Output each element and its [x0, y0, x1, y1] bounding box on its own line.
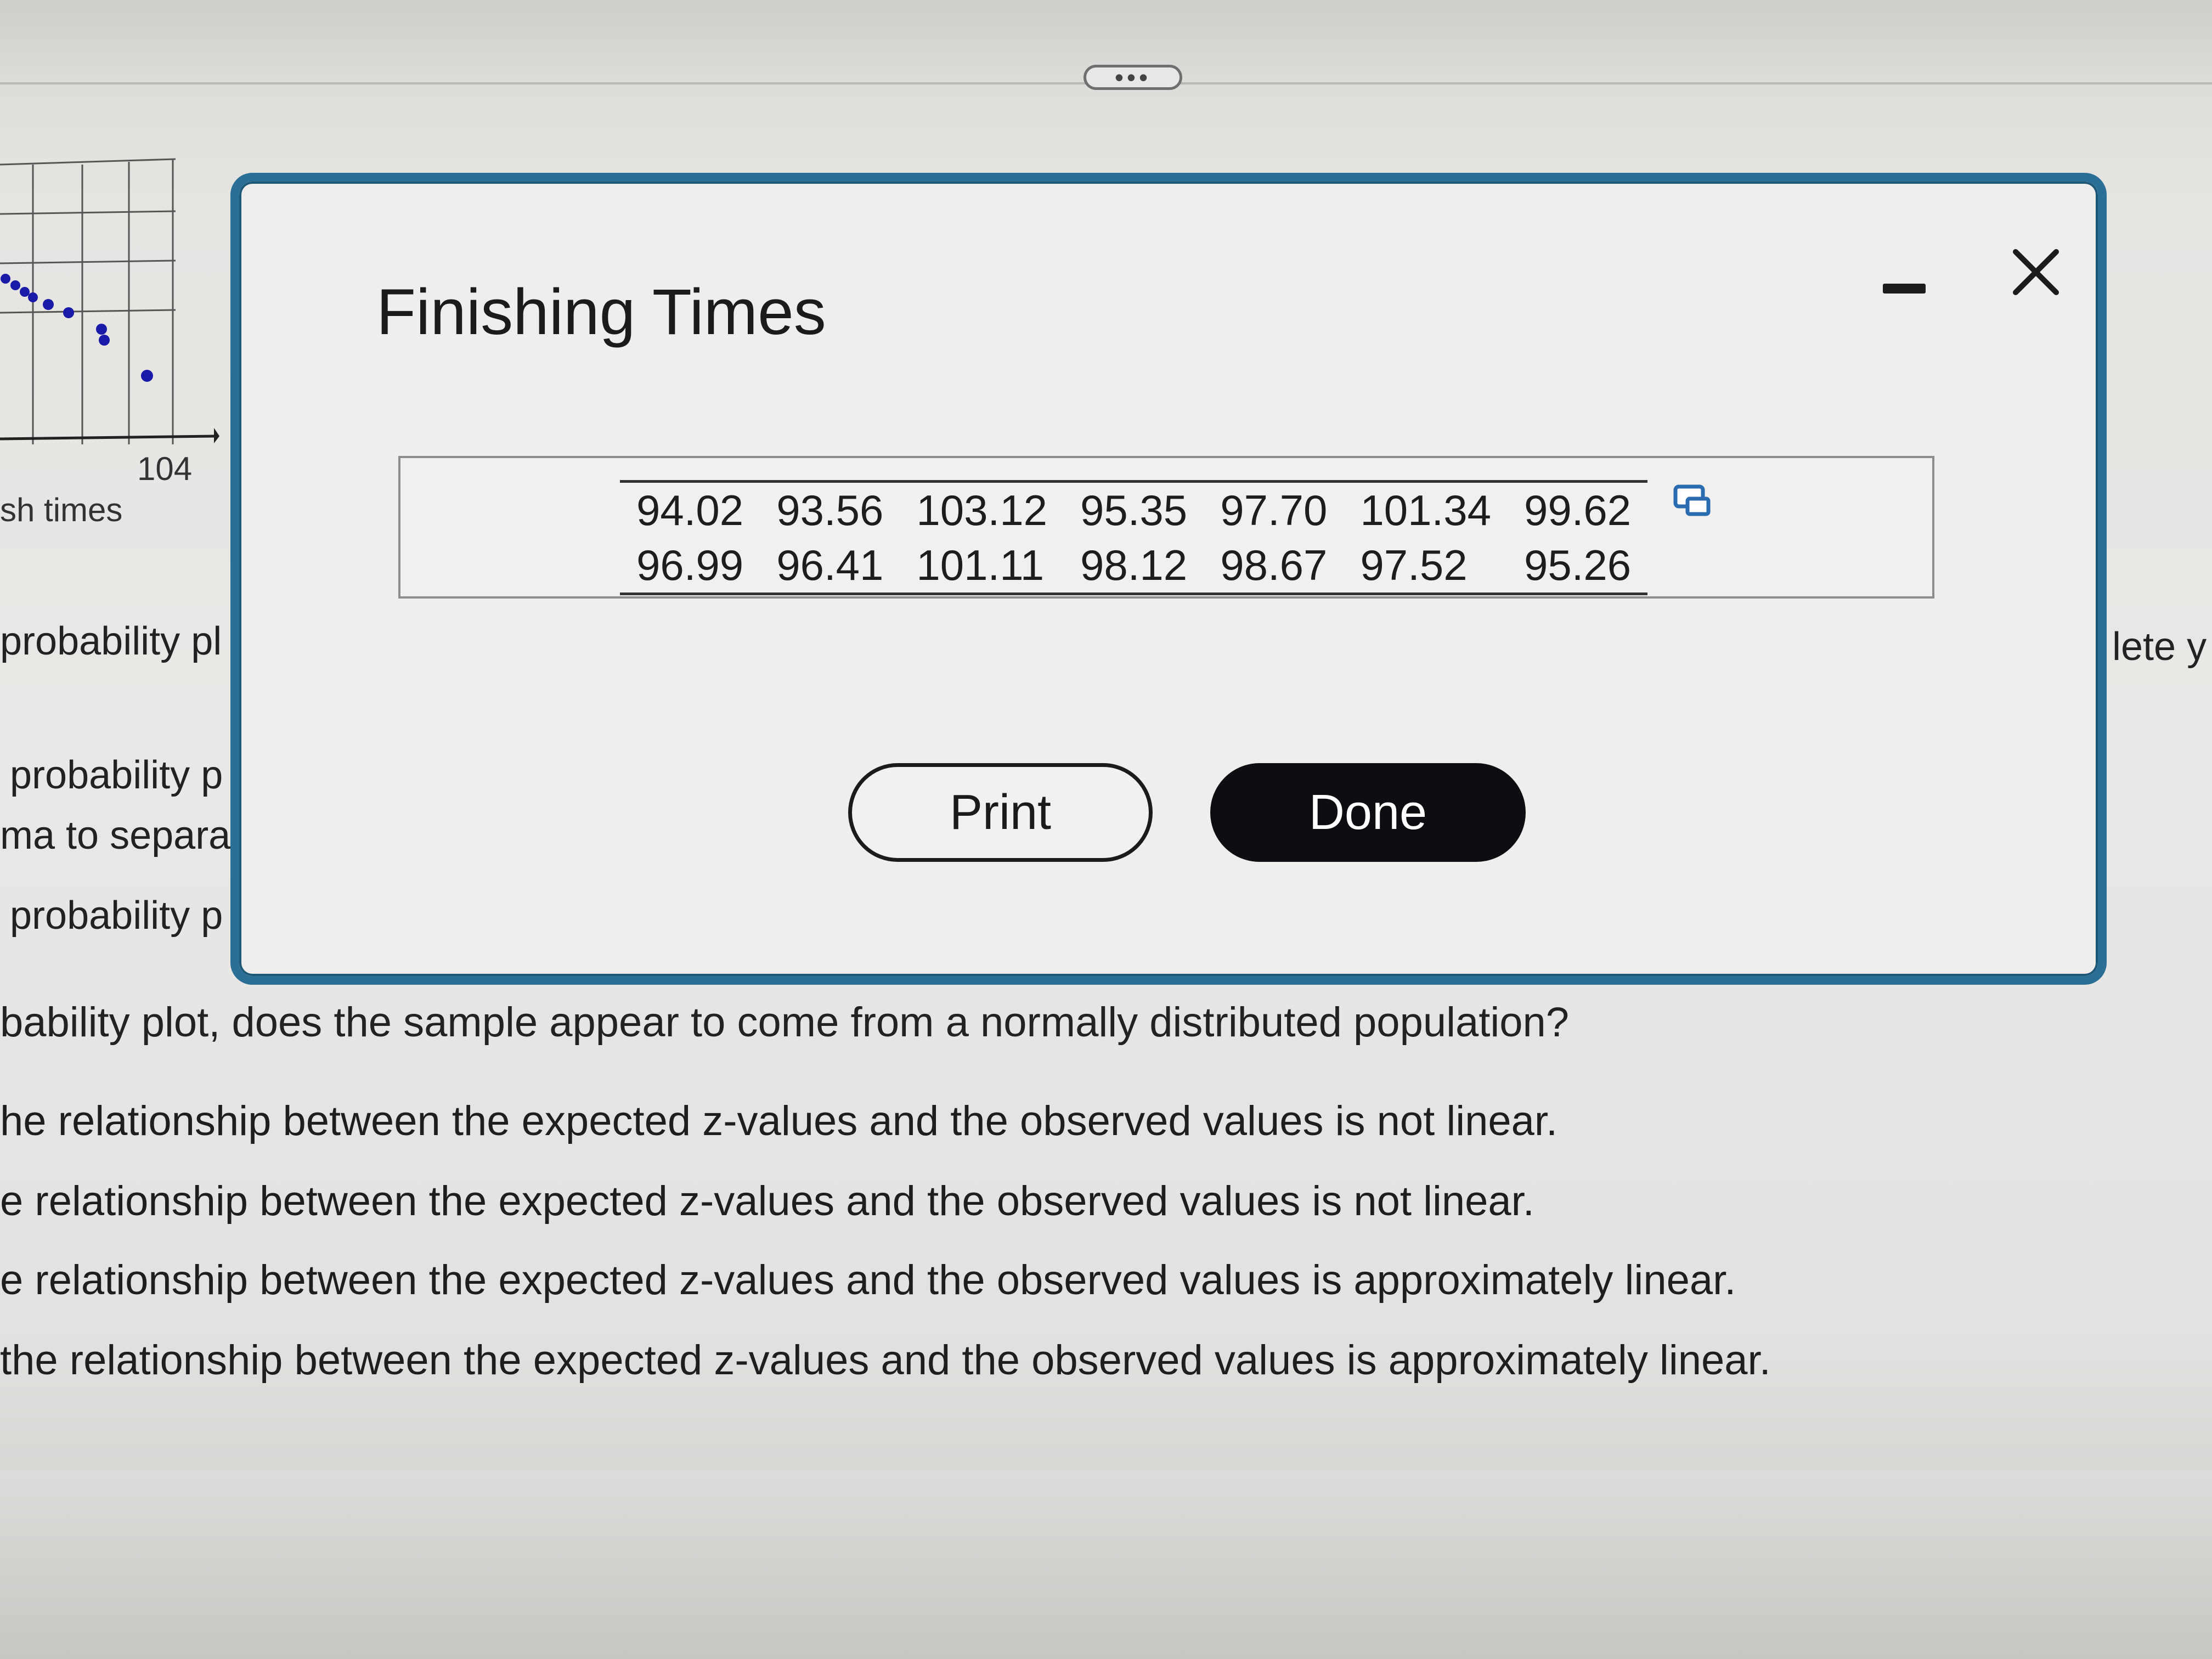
close-icon	[2013, 249, 2059, 295]
table-cell: 101.34	[1360, 486, 1491, 534]
table-cell: 94.02	[636, 486, 744, 534]
table-cell: 96.41	[776, 541, 884, 589]
background-fragment: probability p	[10, 894, 223, 938]
minimize-button[interactable]	[1880, 264, 1929, 313]
background-fragment: ma to separa	[0, 814, 231, 857]
plot-axis-label: sh times	[0, 492, 123, 528]
table-cell: 99.62	[1523, 486, 1632, 534]
plot-tick-label: 104	[137, 450, 193, 487]
finishing-times-table: 94.02 93.56 103.12 95.35 97.70 101.34 99…	[620, 480, 1648, 595]
answer-option[interactable]: e relationship between the expected z-va…	[0, 1177, 1534, 1225]
table-cell: 97.70	[1220, 486, 1328, 534]
table-cell: 93.56	[776, 486, 884, 534]
finishing-times-dialog: Finishing Times 94.02 93.56 103.12 95.35…	[230, 173, 2107, 985]
copy-to-spreadsheet-icon[interactable]	[1673, 484, 1713, 520]
dialog-title: Finishing Times	[376, 276, 826, 348]
table-cell: 103.12	[916, 486, 1047, 534]
answer-option[interactable]: the relationship between the expected z-…	[0, 1336, 1771, 1384]
answer-option[interactable]: e relationship between the expected z-va…	[0, 1256, 1736, 1304]
background-fragment: probability pl	[0, 619, 222, 663]
table-cell: 95.35	[1080, 486, 1188, 534]
table-cell: 98.67	[1220, 541, 1328, 589]
probability-plot-fragment	[0, 158, 219, 444]
screen-bottom-area	[0, 1470, 2212, 1659]
table-row: 96.99 96.41 101.11 98.12 98.67 97.52 95.…	[620, 538, 1647, 594]
table-cell: 96.99	[636, 541, 744, 589]
drag-handle[interactable]: •••	[1084, 65, 1182, 90]
background-fragment: probability p	[10, 753, 223, 797]
table-cell: 95.26	[1523, 541, 1632, 589]
close-button[interactable]	[2006, 242, 2066, 302]
table-row: 94.02 93.56 103.12 95.35 97.70 101.34 99…	[620, 482, 1647, 538]
background-fragment: lete y	[2112, 625, 2207, 669]
question-text: bability plot, does the sample appear to…	[0, 999, 1570, 1046]
minimize-icon	[1883, 284, 1926, 294]
table-cell: 98.12	[1080, 541, 1188, 589]
table-cell: 97.52	[1360, 541, 1468, 589]
done-button[interactable]: Done	[1210, 763, 1526, 862]
table-cell: 101.11	[916, 541, 1045, 589]
print-button[interactable]: Print	[848, 763, 1153, 862]
answer-option[interactable]: he relationship between the expected z-v…	[0, 1097, 1558, 1145]
data-panel: 94.02 93.56 103.12 95.35 97.70 101.34 99…	[398, 456, 1934, 599]
